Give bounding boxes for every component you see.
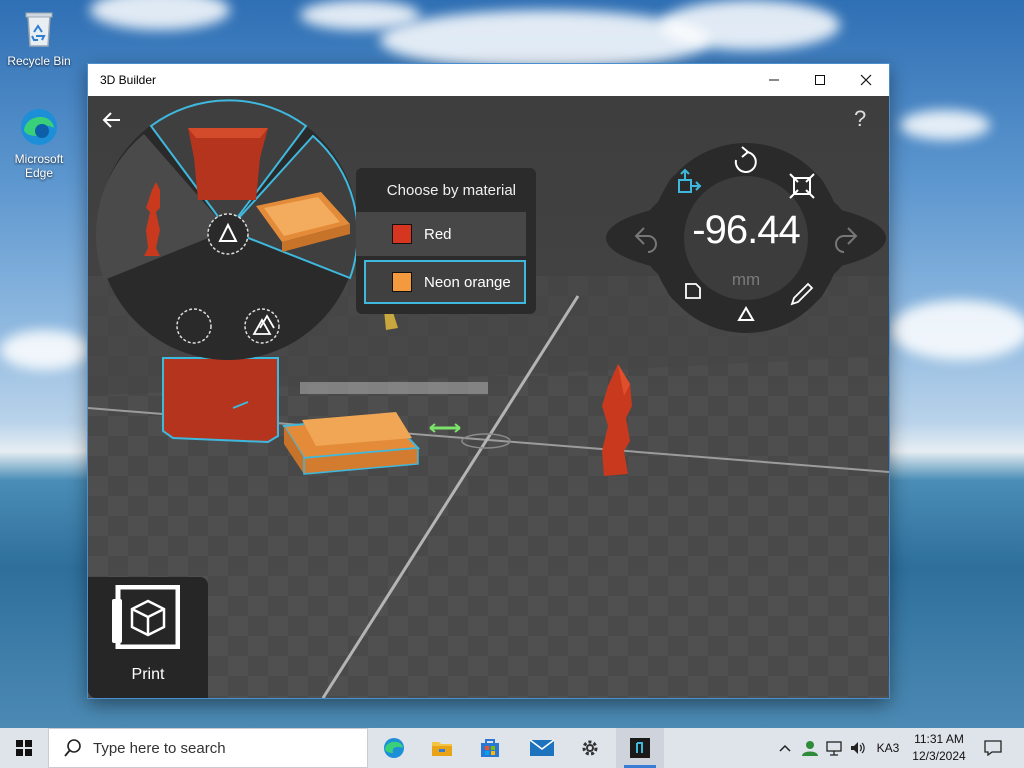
material-item-neon-orange[interactable]: Neon orange <box>364 260 526 304</box>
search-input[interactable] <box>93 739 353 757</box>
desktop-icon-label: Recycle Bin <box>7 54 71 68</box>
cloud <box>890 300 1024 360</box>
minimize-button[interactable] <box>751 64 797 96</box>
material-label: Neon orange <box>424 273 511 291</box>
people-tray-button[interactable] <box>798 728 822 768</box>
material-label: Red <box>424 225 452 243</box>
radial-menu <box>96 99 359 360</box>
taskbar-app-edge[interactable] <box>370 728 418 768</box>
desktop-icon-recycle-bin[interactable]: Recycle Bin <box>4 8 74 68</box>
maximize-button[interactable] <box>797 64 843 96</box>
volume-icon <box>851 742 865 754</box>
cloud <box>380 10 710 70</box>
settings-icon <box>582 740 598 756</box>
help-button[interactable]: ? <box>854 106 874 132</box>
cloud <box>90 0 230 30</box>
desktop-icon-edge[interactable]: Microsoft Edge <box>4 106 74 180</box>
taskbar-app-3d-builder[interactable] <box>616 728 664 768</box>
network-icon <box>826 741 842 756</box>
back-arrow-icon <box>102 112 120 128</box>
start-button[interactable] <box>0 728 48 768</box>
minimize-icon <box>769 79 779 81</box>
measure-value[interactable]: -96.44 <box>682 208 810 253</box>
maximize-icon <box>815 75 825 85</box>
taskbar-app-file-explorer[interactable] <box>418 728 466 768</box>
material-item-red[interactable]: Red <box>356 212 526 256</box>
taskbar: KA3 11:31 AM 12/3/2024 <box>0 728 1024 768</box>
notifications-button[interactable] <box>978 728 1008 768</box>
language-indicator[interactable]: KA3 <box>872 728 904 768</box>
material-panel: Choose by material Red Neon orange <box>356 168 536 314</box>
material-panel-header: Choose by material <box>386 182 516 199</box>
search-icon <box>64 739 81 757</box>
chevron-up-icon <box>779 744 791 752</box>
store-icon <box>481 739 499 757</box>
close-icon <box>860 74 872 86</box>
print-3d-icon <box>112 585 180 649</box>
3d-viewport[interactable]: ? Choose by material Red Neon orange -96… <box>88 96 889 698</box>
clock[interactable]: 11:31 AM 12/3/2024 <box>904 731 974 765</box>
print-button[interactable]: Print <box>88 577 208 698</box>
material-swatch-neon-orange <box>392 272 412 292</box>
print-label: Print <box>131 666 165 683</box>
taskbar-app-mail[interactable] <box>518 728 566 768</box>
file-explorer-icon <box>432 742 452 756</box>
back-button[interactable] <box>100 108 124 132</box>
cloud <box>900 110 990 140</box>
people-icon <box>802 741 818 756</box>
3d-builder-icon <box>630 738 650 758</box>
notification-icon <box>984 740 1002 756</box>
title-bar: 3D Builder <box>88 64 889 96</box>
app-window: 3D Builder ? Choose by material Red Neon… <box>88 64 889 698</box>
cloud <box>660 0 840 50</box>
taskbar-app-store[interactable] <box>466 728 514 768</box>
close-button[interactable] <box>843 64 889 96</box>
cloud <box>0 330 90 370</box>
clock-date: 12/3/2024 <box>912 749 966 763</box>
edge-icon <box>18 106 60 148</box>
search-box[interactable] <box>48 728 368 768</box>
mail-icon <box>529 739 555 756</box>
select-by-shape-button[interactable] <box>207 213 249 255</box>
window-title: 3D Builder <box>100 73 157 87</box>
show-hidden-icons-button[interactable] <box>774 728 796 768</box>
material-swatch-red <box>392 224 412 244</box>
volume-tray-button[interactable] <box>846 728 870 768</box>
taskbar-app-settings[interactable] <box>566 728 614 768</box>
network-tray-button[interactable] <box>822 728 846 768</box>
edge-icon <box>384 738 404 758</box>
recycle-bin-icon <box>18 8 60 50</box>
measure-unit: mm <box>731 270 761 289</box>
clock-time: 11:31 AM <box>914 732 964 746</box>
desktop-icon-label: Microsoft Edge <box>14 152 64 180</box>
windows-logo-icon <box>16 740 32 756</box>
